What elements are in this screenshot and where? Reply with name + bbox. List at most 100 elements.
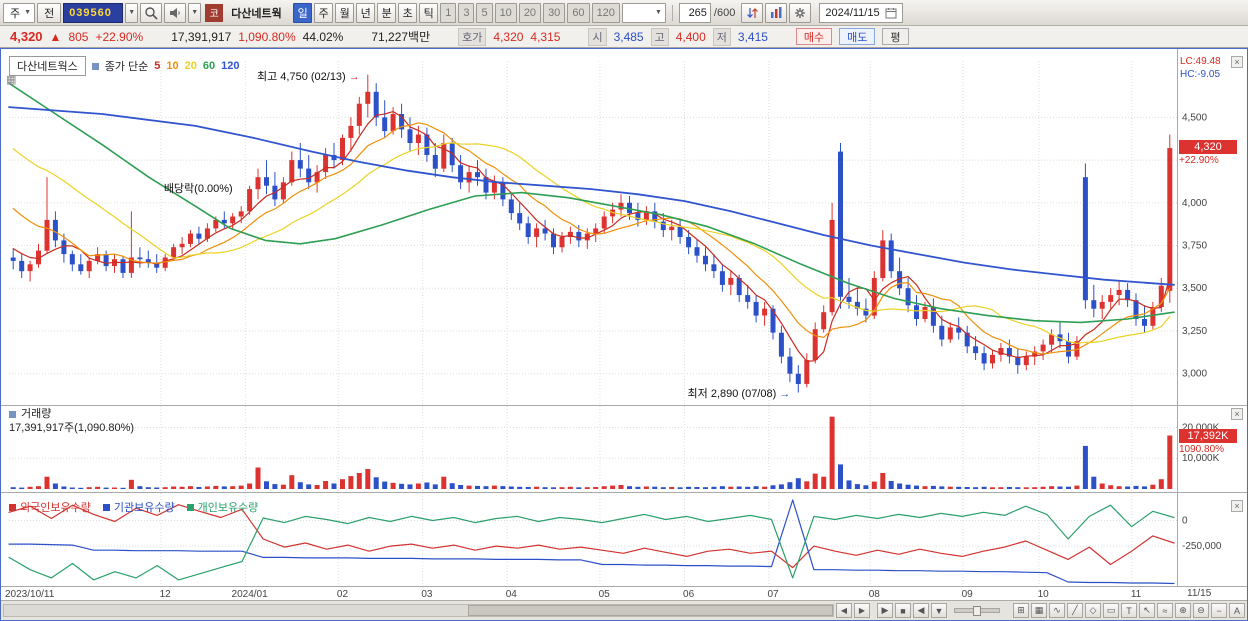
ma5-line	[12, 110, 1171, 362]
current-volume-tag: 17,392K 1090.80%	[1179, 429, 1237, 455]
chart-area: 4,500 4,000 3,750 3,500 3,250 3,000 20,000K 10,…	[1, 49, 1247, 600]
avg-button[interactable]: 평	[882, 28, 909, 45]
foreign-legend-label: 외국인보유수량	[20, 502, 91, 514]
legend-marker-icon	[91, 62, 99, 70]
divider	[671, 4, 673, 21]
minus-icon[interactable]: −	[1211, 603, 1227, 618]
chart-style-button[interactable]	[765, 2, 788, 23]
price-pane-legend: 다산네트웍스 종가 단순 5 10 20 60 120	[9, 56, 240, 76]
font-icon[interactable]: A	[1229, 603, 1245, 618]
tab-daily[interactable]: 일	[293, 2, 313, 23]
ma10-label: 10	[166, 60, 179, 72]
x-axis-label: 10	[1038, 589, 1050, 600]
low-label: 저	[712, 27, 731, 46]
chevron-down-icon: ▼	[191, 9, 199, 16]
code-dropdown-button[interactable]: ▼	[125, 2, 139, 23]
shape-icon[interactable]: ◇	[1085, 603, 1101, 618]
buy-button[interactable]: 매수	[795, 28, 833, 45]
search-icon	[145, 6, 158, 20]
step-back-icon[interactable]: ◀	[913, 603, 929, 618]
holdings-pane-legend: 외국인보유수량 기관보유수량 개인보유수량	[9, 499, 258, 515]
interval-10[interactable]: 10	[494, 2, 517, 23]
chart-grid-icon[interactable]: ▦	[6, 73, 16, 86]
close-price-pane-icon[interactable]: ×	[1231, 56, 1243, 68]
x-axis-label: 09	[962, 589, 974, 600]
chevron-down-icon: ▼	[24, 9, 32, 16]
high-price: 4,400	[675, 29, 706, 44]
close-holdings-pane-icon[interactable]: ×	[1231, 500, 1243, 512]
pointer-icon[interactable]: ↖	[1139, 603, 1155, 618]
quote-bar: 4,320 ▲ 805 +22.90% 17,391,917 1,090.80%…	[0, 26, 1248, 48]
volume-legend-label: 거래량	[21, 408, 52, 420]
interval-20[interactable]: 20	[518, 2, 542, 23]
text-tool-icon[interactable]: T	[1121, 603, 1137, 618]
indicator-icon[interactable]: ∿	[1049, 603, 1065, 618]
interval-120[interactable]: 120	[591, 2, 620, 23]
bid-price: 4,315	[530, 29, 561, 44]
scroll-left-icon[interactable]: ◀	[836, 603, 852, 618]
institution-marker-icon	[102, 503, 110, 511]
stop-icon[interactable]: ■	[895, 603, 911, 618]
ma10-line	[12, 122, 1171, 355]
volume-legend-sub: 17,391,917주(1,090.80%)	[9, 422, 135, 434]
chart-title-tab[interactable]: 다산네트웍스	[9, 56, 86, 76]
zoom-slider[interactable]	[954, 606, 1000, 616]
x-axis-label: 06	[683, 589, 695, 600]
swap-button[interactable]	[741, 2, 764, 23]
tab-tick[interactable]: 틱	[419, 2, 439, 23]
chart-type-select[interactable]: 주 ▼	[3, 2, 36, 23]
close-volume-pane-icon[interactable]: ×	[1231, 408, 1243, 420]
scroll-right-icon[interactable]: ▶	[854, 603, 870, 618]
x-axis-right-label: 11/15	[1187, 588, 1212, 599]
bar-count-input[interactable]: 265	[678, 2, 711, 23]
volume-ratio: 1,090.80%	[238, 29, 296, 44]
expand-icon[interactable]: ▼	[931, 603, 947, 618]
turnover-pct: 44.02%	[302, 29, 344, 44]
wave-icon[interactable]: ≈	[1157, 603, 1173, 618]
interval-30[interactable]: 30	[543, 2, 566, 23]
arrow-right-icon: →	[348, 70, 360, 83]
tab-minute[interactable]: 분	[377, 2, 397, 23]
settings-button[interactable]	[789, 2, 812, 23]
tab-monthly[interactable]: 월	[335, 2, 355, 23]
volume-value: 17,391,917	[171, 29, 232, 44]
sound-dropdown-button[interactable]: ▼	[188, 2, 202, 23]
scrollbar-thumb[interactable]	[468, 605, 833, 616]
rect-tool-icon[interactable]: ▭	[1103, 603, 1119, 618]
search-button[interactable]	[140, 2, 163, 23]
sound-button[interactable]	[164, 2, 187, 23]
ma5-label: 5	[154, 60, 161, 72]
ma20-line	[12, 142, 1171, 344]
chart-canvas[interactable]: 4,5004,0003,7503,5003,2503,00020,000K10,…	[1, 49, 1247, 600]
zoom-out-icon[interactable]: ⊖	[1193, 603, 1209, 618]
interval-60[interactable]: 60	[567, 2, 590, 23]
zoom-in-icon[interactable]: ⊕	[1175, 603, 1191, 618]
interval-3[interactable]: 3	[458, 2, 475, 23]
trendline-icon[interactable]: ╱	[1067, 603, 1083, 618]
step-forward-icon[interactable]: ▶	[877, 603, 893, 618]
stock-code-input[interactable]: 039560	[63, 2, 124, 23]
tab-yearly[interactable]: 년	[356, 2, 376, 23]
x-axis-label: 11	[1131, 589, 1142, 600]
tab-second[interactable]: 초	[398, 2, 418, 23]
zoom-slider-thumb[interactable]	[973, 606, 981, 616]
chevron-down-icon: ▼	[654, 9, 662, 16]
annotation-low: 최저 2,890 (07/08) →	[687, 388, 791, 401]
prev-button[interactable]: 전	[37, 2, 62, 23]
arrow-right-icon: →	[779, 388, 791, 401]
grid-icon[interactable]: ▦	[1031, 603, 1047, 618]
sell-button[interactable]: 매도	[839, 28, 876, 45]
hc-value: HC:-9.05	[1180, 69, 1221, 80]
tab-weekly[interactable]: 주	[314, 2, 334, 23]
lc-value: LC:49.48	[1180, 56, 1221, 67]
open-label: 시	[588, 27, 607, 46]
interval-1[interactable]: 1	[440, 2, 457, 23]
price-axis-label: 4,500	[1182, 112, 1207, 123]
interval-select[interactable]: ▼	[621, 2, 666, 23]
date-picker[interactable]: 2024/11/15	[819, 2, 903, 23]
x-axis-label: 12	[160, 589, 172, 600]
interval-5[interactable]: 5	[476, 2, 493, 23]
stock-name: 다산네트웍	[231, 7, 282, 20]
chart-scrollbar[interactable]	[3, 604, 834, 617]
region-zoom-icon[interactable]: ⊞	[1013, 603, 1029, 618]
